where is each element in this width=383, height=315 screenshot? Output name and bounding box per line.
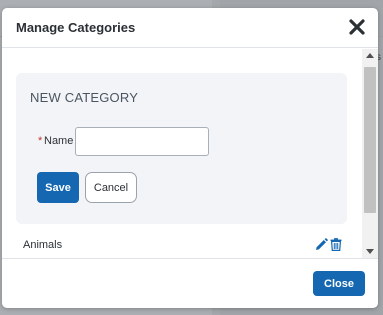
category-name-input[interactable] [75, 127, 209, 156]
body-scrollbar[interactable] [362, 49, 378, 258]
pencil-icon[interactable] [315, 238, 328, 251]
dialog-footer: Close [2, 258, 378, 308]
category-name: Animals [23, 239, 63, 251]
trash-icon[interactable] [330, 238, 342, 251]
manage-categories-dialog: Manage Categories NEW CATEGORY * Name Sa… [2, 8, 378, 308]
scroll-up-arrow-icon[interactable] [366, 53, 374, 58]
scrollbar-thumb[interactable] [364, 67, 376, 213]
close-button[interactable]: Close [313, 271, 365, 296]
category-list-item: Animals [2, 235, 360, 257]
required-marker: * [38, 135, 43, 147]
new-category-heading: NEW CATEGORY [30, 90, 139, 105]
dialog-body: NEW CATEGORY * Name Save Cancel Animals [2, 49, 378, 258]
name-label: Name [44, 135, 74, 147]
cancel-button[interactable]: Cancel [85, 172, 137, 203]
scroll-down-arrow-icon[interactable] [366, 249, 374, 254]
new-category-panel: NEW CATEGORY * Name Save Cancel [16, 73, 347, 224]
close-x-icon[interactable] [348, 18, 366, 36]
save-button[interactable]: Save [37, 172, 79, 203]
dialog-title: Manage Categories [16, 20, 136, 35]
dialog-header: Manage Categories [2, 8, 378, 48]
